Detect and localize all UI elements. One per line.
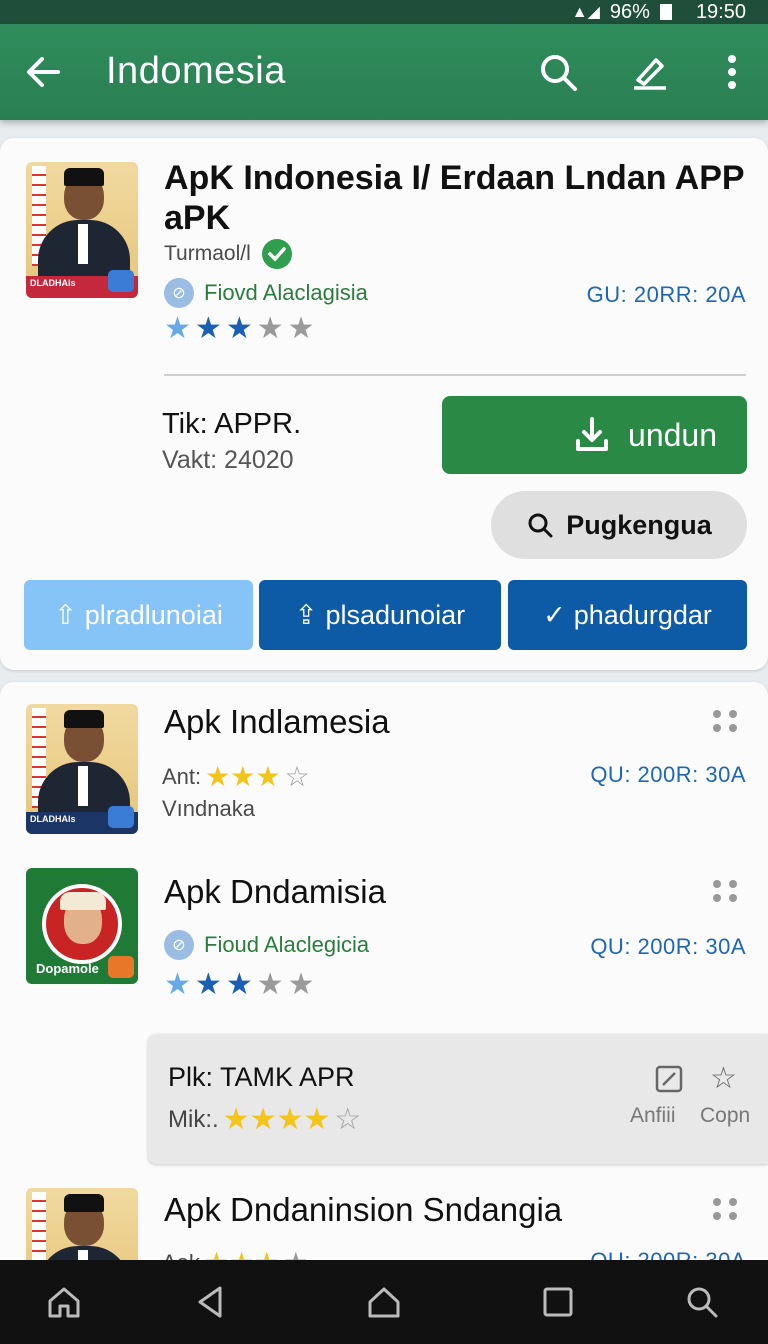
star-outline-icon[interactable]: ☆ xyxy=(710,1064,740,1094)
list-item-meta: QU: 200R: 30A xyxy=(590,762,746,787)
developer-row[interactable]: ⊘ Fiovd Alaclagisia xyxy=(164,278,368,308)
star-rating: ★ ★ ★ ★ ★ xyxy=(164,312,315,345)
list-item-subtitle: Vındnaka xyxy=(162,796,255,821)
search-pill-label: Pugkengua xyxy=(566,509,712,540)
segment-button-2[interactable]: ⇪ plsadunoiar xyxy=(259,580,501,650)
edit-square-icon[interactable] xyxy=(654,1064,684,1094)
list-item-title: Apk Dndamisia xyxy=(164,873,386,910)
verified-icon xyxy=(261,239,292,269)
app-icon[interactable]: DLADHAls xyxy=(26,162,138,298)
developer-icon: ⊘ xyxy=(164,278,194,308)
app-icon[interactable]: Dopamole xyxy=(26,868,138,984)
search-icon[interactable] xyxy=(536,50,580,94)
app-title: ApK Indonesia I/ Erdaan Lndan APP xyxy=(164,159,745,197)
back-arrow-icon[interactable] xyxy=(22,50,66,94)
more-vert-icon[interactable] xyxy=(710,50,754,94)
status-bar: ▲◢ 96% 19:50 xyxy=(0,0,768,24)
segment-button-3[interactable]: ✓ phadurgdar xyxy=(508,580,747,650)
square-icon[interactable] xyxy=(540,1284,576,1320)
download-icon xyxy=(576,417,609,451)
search-icon xyxy=(528,513,553,538)
install-label: undun xyxy=(628,416,717,453)
list-item-meta: QU: 200R: 30A xyxy=(590,934,746,959)
home-outline-icon[interactable] xyxy=(366,1284,402,1320)
upload-icon: ⇪ xyxy=(294,599,318,630)
detail-action-1-label[interactable]: Anfiii xyxy=(630,1104,676,1128)
more-options-icon[interactable] xyxy=(710,876,740,906)
edit-icon[interactable] xyxy=(628,50,672,94)
search-pill-button[interactable]: Pugkengua xyxy=(491,491,747,559)
segment-button-1[interactable]: ⇧ plradlunoiai xyxy=(24,580,253,650)
clock: 19:50 xyxy=(695,0,746,23)
battery-icon xyxy=(659,4,672,20)
list-item-title: Apk Indlamesia xyxy=(164,703,390,740)
developer-row[interactable]: ⊘ Fioud Alaclegicia xyxy=(164,930,369,960)
home-icon[interactable] xyxy=(46,1284,82,1320)
signal-icon: ▲◢ xyxy=(571,4,600,21)
install-button[interactable]: undun xyxy=(442,396,747,474)
back-icon[interactable] xyxy=(192,1284,228,1320)
app-list: DLADHAls Apk Indlamesia Ant: ★★★ ☆ QU: 20… xyxy=(0,682,768,1302)
battery-percent: 96% xyxy=(609,0,650,23)
check-icon: ✓ xyxy=(543,599,566,630)
more-options-icon[interactable] xyxy=(710,1194,740,1224)
more-options-icon[interactable] xyxy=(710,706,740,736)
publisher-row: Turmaol/l xyxy=(164,238,293,270)
developer-name: Fioud Alaclegicia xyxy=(204,932,370,957)
page-title: Indomesia xyxy=(106,50,286,92)
star-rating: ★ ★ ★ ★ ★ xyxy=(164,968,315,1001)
list-item-rating: Ant: ★★★ ☆ xyxy=(162,761,310,792)
size-label: Tik: APPR. xyxy=(162,408,302,440)
divider xyxy=(164,374,746,376)
publisher-name: Turmaol/l xyxy=(164,242,251,265)
share-icon: ⇧ xyxy=(54,599,77,630)
list-item-title: Apk Dndaninsion Sndangia xyxy=(164,1191,563,1228)
app-meta: GU: 20RR: 20A xyxy=(586,282,746,307)
detail-panel-title: Plk: TAMK APR xyxy=(168,1062,355,1092)
navigation-bar xyxy=(0,1260,768,1344)
featured-app-card[interactable]: DLADHAls ApK Indonesia I/ Erdaan Lndan A… xyxy=(0,138,768,670)
app-icon-label: Dopamole xyxy=(36,961,99,976)
app-title-line2: aPK xyxy=(164,199,231,237)
app-bar: Indomesia xyxy=(0,24,768,120)
developer-name: Fiovd Alaclagisia xyxy=(204,280,368,305)
detail-panel[interactable]: Plk: TAMK APR Mik:. ★★★★ ☆ Anfiii ☆ Copn xyxy=(148,1034,768,1164)
search-icon[interactable] xyxy=(684,1284,720,1320)
detail-action-2-label[interactable]: Copn xyxy=(700,1104,750,1128)
developer-icon: ⊘ xyxy=(164,930,194,960)
app-icon[interactable]: DLADHAls xyxy=(26,704,138,834)
detail-panel-rating: Mik:. ★★★★ ☆ xyxy=(168,1103,362,1136)
version-label: Vakt: 24020 xyxy=(162,446,294,474)
